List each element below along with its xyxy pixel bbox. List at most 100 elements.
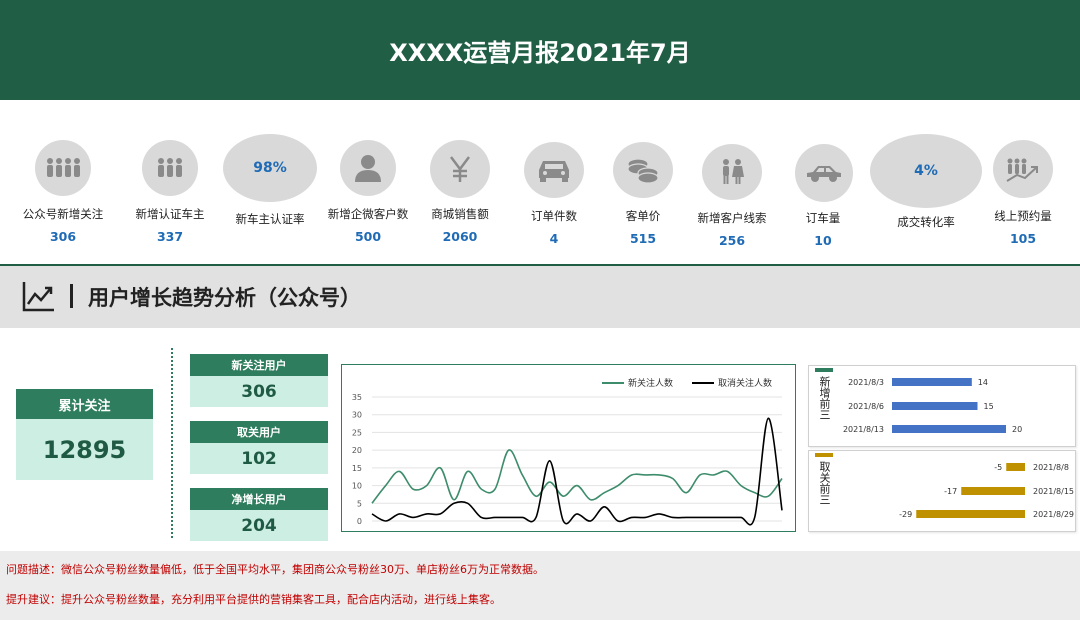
kpi-value: 515 <box>629 231 657 246</box>
kpi-label: 新增认证车主 <box>135 207 205 221</box>
mini-label: 取关用户 <box>190 421 328 443</box>
bar <box>892 425 1006 433</box>
series-line-0 <box>371 449 783 504</box>
page-title: XXXX运营月报2021年7月 <box>389 38 691 67</box>
line-chart-svg: 0 5 10 15 20 25 30 35 新关注人数 取消关注人数 <box>352 377 783 526</box>
kpi-value: 105 <box>1009 231 1037 246</box>
coins-icon <box>613 142 673 198</box>
kpi-label: 新车主认证率 <box>235 212 305 226</box>
percent-bubble: 98% <box>223 134 317 202</box>
kpi-card: 线上预约量 105 <box>973 100 1073 264</box>
bar <box>892 378 972 386</box>
total-followers-card: 累计关注 12895 <box>16 389 153 480</box>
value-label: 14 <box>978 378 988 387</box>
dotted-divider <box>171 348 173 538</box>
kpi-value: 337 <box>156 229 184 244</box>
category-label: 2021/8/8 <box>1033 463 1069 472</box>
car-side-icon <box>795 144 853 202</box>
report-header: XXXX运营月报2021年7月 <box>0 0 1080 100</box>
bar-chart-svg: 2021/8/8 -5 2021/8/15 -17 2021/8/29 -29 <box>899 463 1074 519</box>
people-group-icon <box>35 140 91 196</box>
total-label: 累计关注 <box>16 389 153 419</box>
kpi-value: 2060 <box>442 229 478 244</box>
kpi-row: 公众号新增关注 306 新增认证车主 337 98% 新车主认证率 新增企微客户… <box>0 100 1080 264</box>
kpi-card: 新增企微客户数 500 <box>318 100 418 264</box>
problem-note: 问题描述：微信公众号粉丝数量偏低，低于全国平均水平，集团商公众号粉丝30万、单店… <box>6 563 544 576</box>
value-label: -17 <box>944 487 957 496</box>
category-label: 2021/8/3 <box>848 378 884 387</box>
bar-chart-svg: 2021/8/3 14 2021/8/6 15 2021/8/13 20 <box>843 378 1022 434</box>
category-label: 2021/8/13 <box>843 425 884 434</box>
kpi-card: 新增客户线索 256 <box>682 100 782 264</box>
bar <box>916 510 1025 518</box>
bar <box>1006 463 1025 471</box>
notes-panel: 问题描述：微信公众号粉丝数量偏低，低于全国平均水平，集团商公众号粉丝30万、单店… <box>0 551 1080 620</box>
kpi-label: 新增客户线索 <box>697 211 767 225</box>
y-tick-label: 5 <box>357 499 362 508</box>
bar <box>961 487 1025 495</box>
kpi-value: 256 <box>718 233 746 248</box>
section-title: 用户增长趋势分析（公众号） <box>88 286 361 310</box>
trend-chart-icon <box>22 282 54 312</box>
kpi-value: 4% <box>914 163 938 179</box>
mini-value: 102 <box>190 443 328 474</box>
kpi-card: 4% 成交转化率 <box>864 100 988 264</box>
car-front-icon <box>524 142 584 198</box>
top3-unfollow-panel: 取关前三 2021/8/8 -5 2021/8/15 -17 2021/8/29 -29 <box>808 450 1076 532</box>
category-label: 2021/8/15 <box>1033 487 1074 496</box>
kpi-card: 公众号新增关注 306 <box>13 100 113 264</box>
y-tick-label: 20 <box>352 446 362 455</box>
kpi-label: 新增企微客户数 <box>327 207 409 221</box>
y-tick-label: 0 <box>357 517 362 526</box>
kpi-value: 98% <box>253 160 287 176</box>
y-tick-label: 10 <box>352 482 362 491</box>
y-tick-label: 35 <box>352 393 362 402</box>
y-tick-label: 25 <box>352 428 362 437</box>
kpi-label: 公众号新增关注 <box>22 207 104 221</box>
value-label: -29 <box>899 510 912 519</box>
title-separator <box>70 284 73 308</box>
kpi-value: 306 <box>49 229 77 244</box>
kpi-card: 订单件数 4 <box>504 100 604 264</box>
y-tick-label: 15 <box>352 464 362 473</box>
unfollow-card: 取关用户 102 <box>190 421 328 474</box>
kpi-value: 4 <box>549 231 559 246</box>
kpi-label: 成交转化率 <box>897 215 955 229</box>
net-growth-card: 净增长用户 204 <box>190 488 328 541</box>
kpi-label: 订单件数 <box>531 209 577 223</box>
kpi-label: 订车量 <box>805 211 841 225</box>
kpi-label: 商城销售额 <box>431 207 489 221</box>
category-label: 2021/8/6 <box>848 402 884 411</box>
percent-bubble: 4% <box>870 134 982 208</box>
kpi-label: 线上预约量 <box>994 209 1052 223</box>
growth-people-icon <box>993 140 1053 198</box>
yen-icon <box>430 140 490 198</box>
legend-label: 取消关注人数 <box>718 377 772 389</box>
suggestion-note: 提升建议：提升公众号粉丝数量，充分利用平台提供的营销集客工具，配合店内活动，进行… <box>6 593 501 606</box>
y-tick-label: 30 <box>352 411 362 420</box>
kpi-card: 新增认证车主 337 <box>120 100 220 264</box>
kpi-card: 商城销售额 2060 <box>410 100 510 264</box>
mini-label: 净增长用户 <box>190 488 328 510</box>
value-label: 20 <box>1012 425 1022 434</box>
bar <box>892 402 978 410</box>
total-value: 12895 <box>16 419 153 480</box>
new-followers-card: 新关注用户 306 <box>190 354 328 407</box>
mini-value: 306 <box>190 376 328 407</box>
people-group-icon <box>142 140 198 196</box>
user-icon <box>340 140 396 196</box>
value-label: 15 <box>984 402 994 411</box>
kpi-card: 98% 新车主认证率 <box>220 100 320 264</box>
value-label: -5 <box>994 463 1002 472</box>
kpi-value: 500 <box>354 229 382 244</box>
category-label: 2021/8/29 <box>1033 510 1074 519</box>
kpi-card: 客单价 515 <box>593 100 693 264</box>
kpi-card: 订车量 10 <box>773 100 873 264</box>
mini-value: 204 <box>190 510 328 541</box>
legend-label: 新关注人数 <box>628 377 673 389</box>
mini-label: 新关注用户 <box>190 354 328 376</box>
trend-line-chart: 0 5 10 15 20 25 30 35 新关注人数 取消关注人数 <box>341 364 796 532</box>
section-header: 用户增长趋势分析（公众号） <box>0 264 1080 328</box>
kpi-value: 10 <box>814 233 832 248</box>
kpi-label: 客单价 <box>625 209 661 223</box>
